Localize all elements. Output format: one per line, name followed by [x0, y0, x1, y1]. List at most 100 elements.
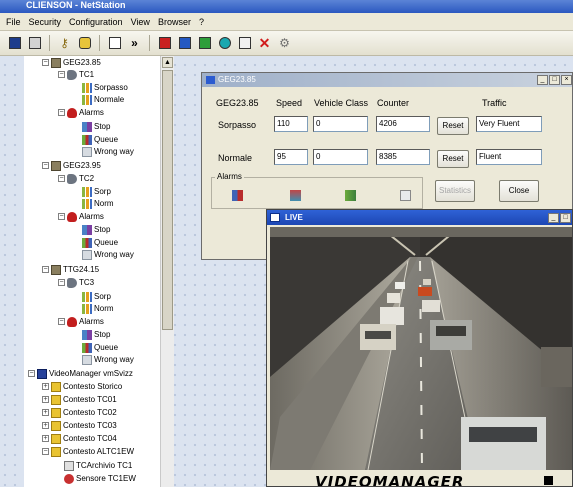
device-icon — [51, 264, 61, 275]
tree-node-queue[interactable]: Queue — [82, 134, 118, 145]
tree-node-tc3[interactable]: − TC3 — [58, 277, 94, 288]
speed-field: 95 — [274, 149, 308, 165]
tree-node-alarms[interactable]: − Alarms — [58, 107, 104, 118]
minimize-button[interactable]: _ — [548, 213, 559, 223]
tree-node-contesto-tc03[interactable]: + Contesto TC03 — [42, 420, 117, 431]
scroll-up-icon[interactable]: ▲ — [162, 57, 173, 68]
info-icon[interactable] — [216, 35, 233, 52]
tree-node-alarms[interactable]: − Alarms — [58, 211, 104, 222]
scroll-thumb[interactable] — [162, 70, 173, 330]
collapse-toggle[interactable]: − — [58, 71, 65, 78]
collapse-toggle[interactable]: − — [42, 266, 49, 273]
tree-node-stop[interactable]: Stop — [82, 329, 110, 340]
tree-node-contesto-tc01[interactable]: + Contesto TC01 — [42, 394, 117, 405]
generic-alarm-icon — [400, 190, 411, 201]
lane-label: Normale — [218, 153, 253, 163]
tree-scrollbar[interactable]: ▲ — [160, 56, 174, 487]
tree-node-contesto-tc02[interactable]: + Contesto TC02 — [42, 407, 117, 418]
maximize-button[interactable]: □ — [560, 213, 571, 223]
tree-node-tc2[interactable]: − TC2 — [58, 173, 94, 184]
tree-node-wrong-way[interactable]: Wrong way — [82, 354, 134, 365]
tree-node-contesto-tc04[interactable]: + Contesto TC04 — [42, 433, 117, 444]
collapse-toggle[interactable]: − — [58, 279, 65, 286]
tree-node-tcarchivio[interactable]: TCArchivio TC1 — [64, 460, 132, 471]
archive-camera-icon — [64, 460, 74, 471]
expand-toggle[interactable]: + — [42, 409, 49, 416]
collapse-toggle[interactable]: − — [42, 448, 49, 455]
menu-security[interactable]: Security — [25, 17, 66, 27]
report-icon[interactable] — [236, 35, 253, 52]
blue-book-icon[interactable] — [176, 35, 193, 52]
maximize-button[interactable]: □ — [549, 75, 560, 85]
menu-configuration[interactable]: Configuration — [65, 17, 127, 27]
menu-view[interactable]: View — [127, 17, 154, 27]
red-book-icon[interactable] — [156, 35, 173, 52]
window-icon[interactable] — [106, 35, 123, 52]
tree-node-ttg2415[interactable]: − TTG24.15 — [42, 264, 99, 275]
expand-toggle[interactable]: + — [42, 422, 49, 429]
tree-node-normale[interactable]: Normale — [82, 94, 124, 105]
collapse-toggle[interactable]: − — [58, 318, 65, 325]
geg-title-bar[interactable]: GEG23.85 — [202, 73, 572, 87]
tree-node-stop[interactable]: Stop — [82, 224, 110, 235]
tree-node-sorpasso[interactable]: Sorpasso — [82, 82, 128, 93]
queue-alarm-icon — [82, 342, 92, 353]
save-icon[interactable] — [6, 35, 23, 52]
expand-toggle[interactable]: + — [42, 383, 49, 390]
tree-node-wrong-way[interactable]: Wrong way — [82, 249, 134, 260]
stop-icon[interactable] — [544, 476, 553, 485]
menu-file[interactable]: File — [2, 17, 25, 27]
collapse-toggle[interactable]: − — [58, 175, 65, 182]
tree-node-sensore[interactable]: Sensore TC1EW — [64, 473, 136, 484]
wrong-way-icon — [82, 249, 92, 260]
tree-node-norm[interactable]: Norm — [82, 303, 114, 314]
tree-node-sorp[interactable]: Sorp — [82, 186, 111, 197]
expand-toggle[interactable]: + — [42, 435, 49, 442]
collapse-toggle[interactable]: − — [42, 162, 49, 169]
tree-node-geg2395[interactable]: − GEG23.95 — [42, 160, 101, 171]
collapse-toggle[interactable]: − — [58, 213, 65, 220]
reset-button[interactable]: Reset — [437, 117, 469, 135]
camera-icon — [67, 69, 77, 80]
alarm-icon — [67, 107, 77, 118]
live-video-feed[interactable] — [270, 227, 572, 470]
tree-node-queue[interactable]: Queue — [82, 342, 118, 353]
tree-label: TC1 — [79, 70, 95, 79]
key-icon[interactable]: ⚷ — [56, 35, 73, 52]
minimize-button[interactable]: _ — [537, 75, 548, 85]
tree-node-tc1[interactable]: − TC1 — [58, 69, 94, 80]
collapse-toggle[interactable]: − — [28, 370, 35, 377]
collapse-toggle[interactable]: − — [42, 59, 49, 66]
close-button[interactable]: Close — [499, 180, 539, 202]
tree-node-queue[interactable]: Queue — [82, 237, 118, 248]
live-title-bar[interactable]: LIVE — [267, 210, 572, 225]
tree-node-geg2385[interactable]: − GEG23.85 — [42, 57, 101, 68]
tree-node-norm[interactable]: Norm — [82, 198, 114, 209]
more-icon[interactable]: » — [126, 35, 143, 52]
tree-label: Norm — [94, 304, 114, 313]
tree-node-sorp[interactable]: Sorp — [82, 291, 111, 302]
folder-icon — [51, 381, 61, 392]
tree-node-alarms[interactable]: − Alarms — [58, 316, 104, 327]
reset-button[interactable]: Reset — [437, 150, 469, 168]
network-icon[interactable]: ⚙ — [276, 35, 293, 52]
vehicle-class-header: Vehicle Class — [314, 98, 369, 108]
collapse-toggle[interactable]: − — [58, 109, 65, 116]
lane-label: Sorpasso — [218, 120, 257, 130]
tree-node-wrong-way[interactable]: Wrong way — [82, 146, 134, 157]
print-icon[interactable] — [26, 35, 43, 52]
wrong-way-alarm-icon — [345, 190, 356, 201]
tree-node-contesto-storico[interactable]: + Contesto Storico — [42, 381, 122, 392]
lock-icon[interactable] — [76, 35, 93, 52]
menu-help[interactable]: ? — [195, 17, 208, 27]
close-button[interactable]: × — [561, 75, 572, 85]
close-red-icon[interactable]: ✕ — [256, 35, 273, 52]
tree-node-contesto-altc1ew[interactable]: − Contesto ALTC1EW — [42, 446, 134, 457]
green-book-icon[interactable] — [196, 35, 213, 52]
menu-browser[interactable]: Browser — [154, 17, 195, 27]
stop-alarm-icon — [82, 329, 92, 340]
expand-toggle[interactable]: + — [42, 396, 49, 403]
statistics-button[interactable]: Statistics — [435, 180, 475, 202]
tree-node-videomanager[interactable]: − VideoManager vmSvizz — [28, 368, 133, 379]
tree-node-stop[interactable]: Stop — [82, 121, 110, 132]
